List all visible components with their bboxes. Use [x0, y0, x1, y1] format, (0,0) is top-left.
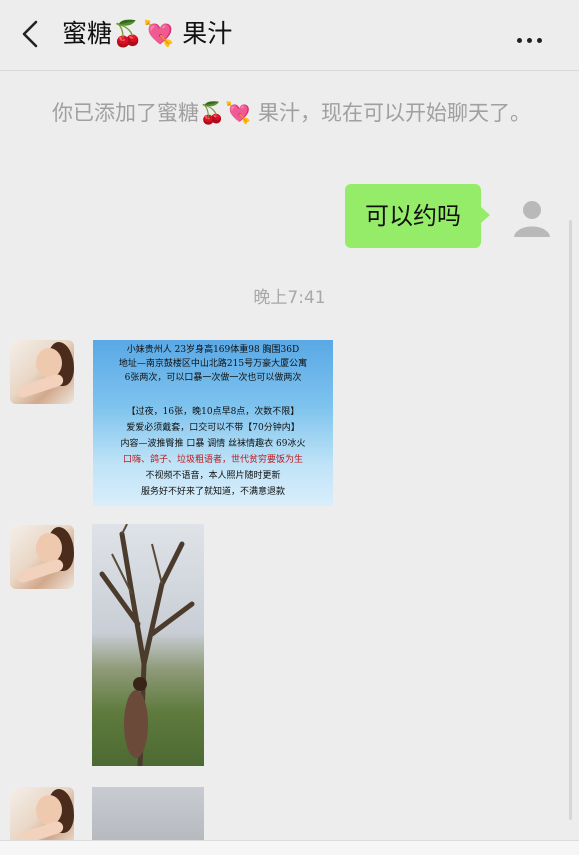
image-text-line-warning: 口嗨、鸽子、垃圾粗语者，世代贫穷要饭为生	[122, 455, 303, 465]
bubble-tail	[481, 207, 490, 223]
message-timestamp: 晚上7:41	[253, 288, 326, 308]
tree-photo-illustration	[99, 524, 195, 766]
chat-title: 蜜糖🍒💘 果汁	[62, 19, 233, 48]
system-message: 你已添加了蜜糖🍒💘 果汁，现在可以开始聊天了。	[52, 101, 531, 125]
image-text-line: 内容—波推臀推 口暴 调情 丝袜情趣衣 69冰火	[120, 439, 306, 449]
image-text-line: 服务好不好来了就知道，不满意退款	[140, 487, 285, 497]
image-text-line: 爱爱必须戴套，口交可以不带【70分钟内】	[126, 423, 300, 433]
image-text-line: 【过夜，16张，晚10点早8点，次数不限】	[126, 407, 300, 417]
incoming-photo-message[interactable]	[92, 787, 204, 841]
scrollbar[interactable]	[569, 220, 572, 820]
outgoing-message-bubble[interactable]: 可以约吗	[345, 184, 481, 248]
image-text-line: 6张两次，可以口暴一次做一次也可以做两次	[124, 373, 302, 383]
incoming-photo-message[interactable]	[92, 524, 204, 766]
image-text-line: 小妹贵州人 23岁身高169体重98 胸围36D	[126, 345, 300, 355]
image-text-line: 不视频不语音，本人照片随时更新	[145, 471, 281, 481]
contact-avatar[interactable]	[10, 525, 74, 589]
image-text-line: 地址—南京鼓楼区中山北路215号万豪大厦公寓	[118, 359, 308, 369]
more-options-icon[interactable]	[517, 28, 549, 43]
contact-avatar[interactable]	[10, 340, 74, 404]
input-bar-edge	[0, 840, 579, 855]
default-avatar-icon[interactable]	[510, 195, 554, 239]
incoming-image-message[interactable]: 小妹贵州人 23岁身高169体重98 胸围36D 地址—南京鼓楼区中山北路215…	[93, 340, 333, 506]
top-bar: 蜜糖🍒💘 果汁	[0, 0, 579, 71]
back-chevron-icon[interactable]	[18, 18, 46, 50]
